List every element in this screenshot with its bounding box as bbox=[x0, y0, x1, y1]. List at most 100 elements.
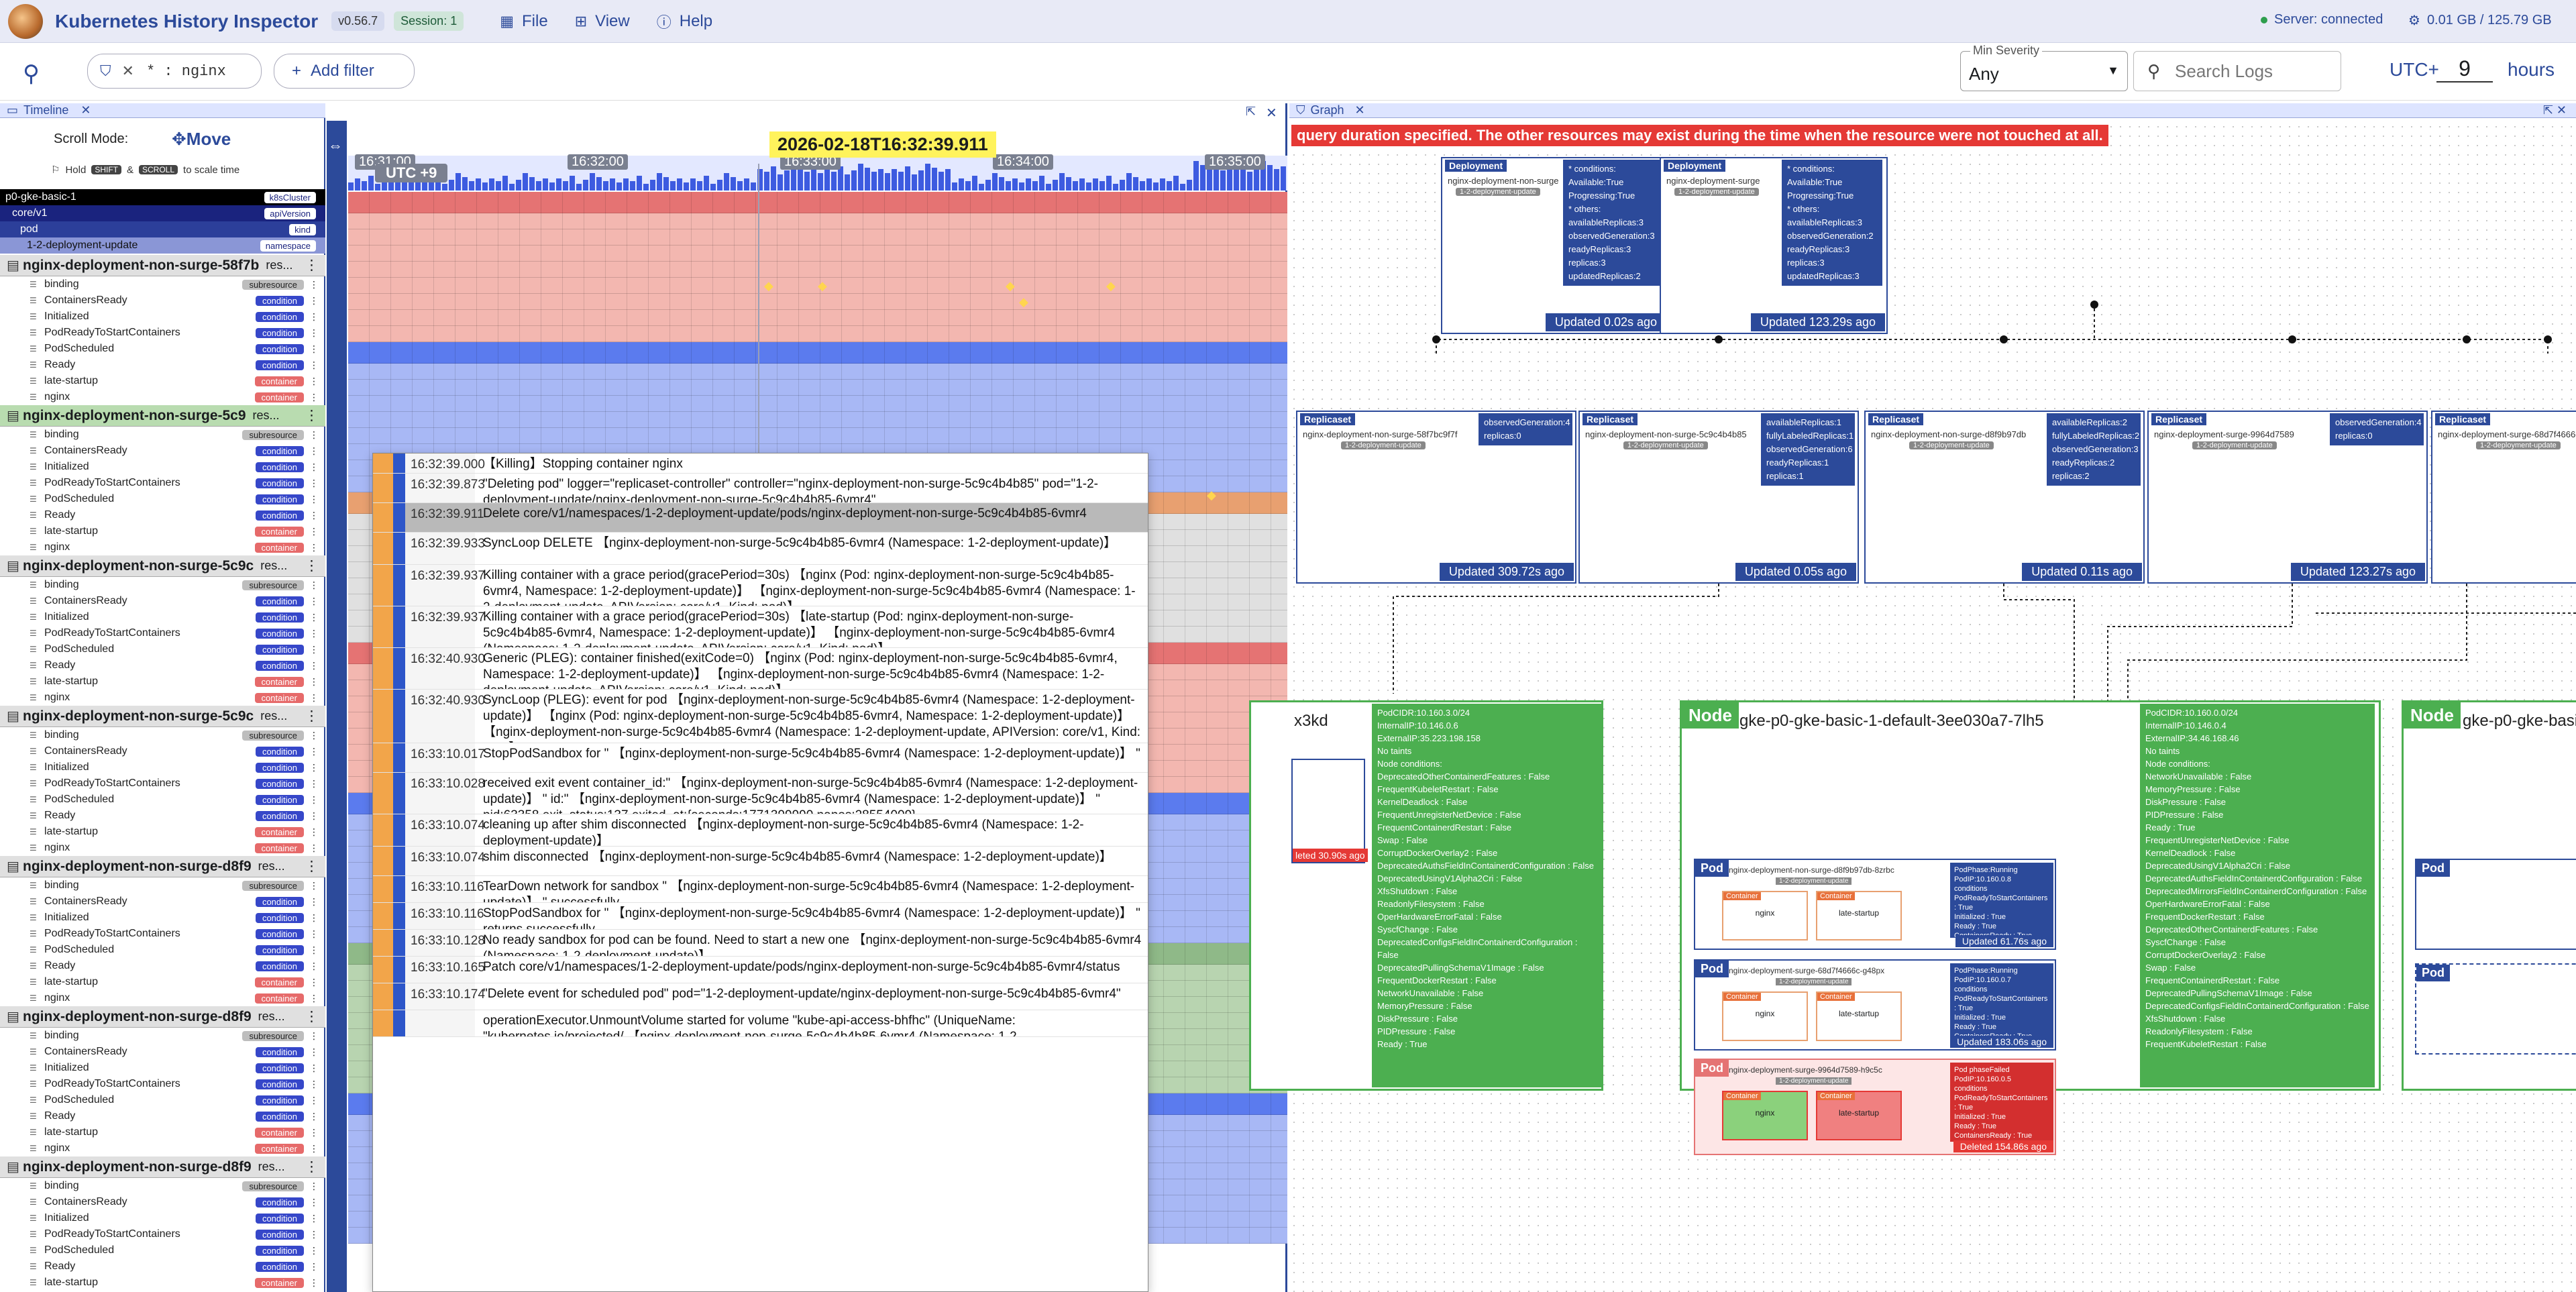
deleted-pod-fragment[interactable]: leted 30.90s ago bbox=[1291, 759, 1368, 863]
more-icon[interactable]: ⋮ bbox=[309, 993, 319, 1004]
close-panel-icon[interactable]: ✕ bbox=[1266, 105, 1277, 121]
log-row[interactable]: operationExecutor.UnmountVolume started … bbox=[373, 1010, 1148, 1037]
search-history-icon[interactable]: ⚲ bbox=[23, 60, 40, 87]
more-icon[interactable]: ⋮ bbox=[309, 778, 319, 790]
more-icon[interactable]: ⋮ bbox=[309, 676, 319, 688]
more-icon[interactable]: ⋮ bbox=[305, 557, 319, 574]
timeline-item-row[interactable]: ☰ PodScheduled condition ⋮ bbox=[0, 491, 325, 507]
log-row[interactable]: 16:33:10.128 No ready sandbox for pod can… bbox=[373, 930, 1148, 957]
log-row[interactable]: 16:32:39.933 SyncLoop DELETE 【nginx-deplo… bbox=[373, 533, 1148, 565]
timeline-band[interactable] bbox=[348, 428, 1287, 444]
timeline-band[interactable] bbox=[348, 192, 1287, 213]
node-card[interactable]: x3kd PodCIDR:10.160.3.0/24 InternalIP:10.1… bbox=[1249, 700, 1603, 1091]
timeline-item-row[interactable]: ☰ Initialized condition ⋮ bbox=[0, 309, 325, 325]
timeline-item-row[interactable]: ☰ Ready condition ⋮ bbox=[0, 507, 325, 523]
timeline-item-row[interactable]: ☰ Ready condition ⋮ bbox=[0, 1258, 325, 1275]
more-icon[interactable]: ⋮ bbox=[309, 1245, 319, 1256]
timeline-item-row[interactable]: ☰ late-startup container ⋮ bbox=[0, 373, 325, 389]
timeline-band[interactable] bbox=[348, 229, 1287, 246]
log-row[interactable]: 16:33:10.174 "Delete event for scheduled … bbox=[373, 983, 1148, 1010]
more-icon[interactable]: ⋮ bbox=[309, 660, 319, 671]
timezone-offset-input[interactable]: 9 bbox=[2436, 56, 2493, 83]
more-icon[interactable]: ⋮ bbox=[309, 896, 319, 908]
more-icon[interactable]: ⋮ bbox=[309, 1143, 319, 1154]
event-marker-icon[interactable]: ◆ bbox=[1006, 279, 1015, 293]
event-marker-icon[interactable]: ◆ bbox=[1207, 488, 1216, 502]
container-card[interactable]: Container late-startup bbox=[1816, 891, 1902, 940]
graph-panel[interactable]: ⛉ Graph ✕ ⇱ ✕ Deployment nginx-deployment-no… bbox=[1249, 103, 2576, 1292]
timeline-item-row[interactable]: ☰ Ready condition ⋮ bbox=[0, 1108, 325, 1124]
more-icon[interactable]: ⋮ bbox=[309, 945, 319, 956]
close-tab-icon[interactable]: ✕ bbox=[80, 103, 91, 117]
more-icon[interactable]: ⋮ bbox=[305, 858, 319, 875]
timeline-item-row[interactable]: ☰ late-startup container ⋮ bbox=[0, 974, 325, 990]
tab-timeline[interactable]: ▭ Timeline ✕ bbox=[0, 103, 325, 118]
timeline-band[interactable] bbox=[348, 310, 1287, 326]
timeline-item-row[interactable]: ☰ binding subresource ⋮ bbox=[0, 577, 325, 593]
container-card[interactable]: Container nginx bbox=[1722, 991, 1808, 1041]
replicaset-card[interactable]: Replicaset nginx-deployment-non-surge-d8f… bbox=[1864, 411, 2145, 584]
more-icon[interactable]: ⋮ bbox=[309, 1095, 319, 1106]
timeline-item-row[interactable]: ☰ ContainersReady condition ⋮ bbox=[0, 743, 325, 759]
more-icon[interactable]: ⋮ bbox=[309, 596, 319, 607]
filter-chip[interactable]: ⛉ ✕ * : nginx bbox=[87, 54, 262, 89]
timeline-item-row[interactable]: ☰ Initialized condition ⋮ bbox=[0, 910, 325, 926]
more-icon[interactable]: ⋮ bbox=[309, 327, 319, 339]
more-icon[interactable]: ⋮ bbox=[309, 810, 319, 822]
replicaset-card[interactable]: Replicaset nginx-deployment-surge-9964d75… bbox=[2147, 411, 2428, 584]
remove-filter-icon[interactable]: ✕ bbox=[122, 62, 134, 80]
container-card[interactable]: Container nginx bbox=[1722, 1091, 1808, 1140]
timeline-item-row[interactable]: ☰ Ready condition ⋮ bbox=[0, 357, 325, 373]
more-icon[interactable]: ⋮ bbox=[309, 746, 319, 757]
event-marker-icon[interactable]: ◆ bbox=[818, 279, 827, 293]
timeline-item-row[interactable]: ☰ ContainersReady condition ⋮ bbox=[0, 593, 325, 609]
timeline-item-row[interactable]: ☰ PodScheduled condition ⋮ bbox=[0, 641, 325, 657]
timeline-item-row[interactable]: ☰ PodReadyToStartContainers condition ⋮ bbox=[0, 1076, 325, 1092]
more-icon[interactable]: ⋮ bbox=[309, 494, 319, 505]
more-icon[interactable]: ⋮ bbox=[309, 1181, 319, 1192]
more-icon[interactable]: ⋮ bbox=[309, 1046, 319, 1058]
timeline-band[interactable] bbox=[348, 364, 1287, 380]
more-icon[interactable]: ⋮ bbox=[309, 612, 319, 623]
more-icon[interactable]: ⋮ bbox=[305, 1159, 319, 1175]
add-filter-button[interactable]: + Add filter bbox=[274, 54, 415, 89]
more-icon[interactable]: ⋮ bbox=[309, 392, 319, 403]
log-row[interactable]: 16:32:40.930 SyncLoop (PLEG): event for p… bbox=[373, 690, 1148, 743]
more-icon[interactable]: ⋮ bbox=[309, 843, 319, 854]
resource-group-header[interactable]: ▤ nginx-deployment-non-surge-5c9 res... ⋮ bbox=[0, 405, 325, 427]
more-icon[interactable]: ⋮ bbox=[309, 311, 319, 323]
event-marker-icon[interactable]: ◆ bbox=[764, 279, 773, 293]
timeline-item-row[interactable]: ☰ late-startup container ⋮ bbox=[0, 523, 325, 539]
resource-group-header[interactable]: ▤ nginx-deployment-non-surge-d8f9 res... ⋮ bbox=[0, 1156, 325, 1178]
more-icon[interactable]: ⋮ bbox=[309, 429, 319, 441]
timeline-item-row[interactable]: ☰ Initialized condition ⋮ bbox=[0, 459, 325, 475]
more-icon[interactable]: ⋮ bbox=[309, 376, 319, 387]
timeline-item-row[interactable]: ☰ Ready condition ⋮ bbox=[0, 808, 325, 824]
timeline-item-row[interactable]: ☰ PodScheduled condition ⋮ bbox=[0, 1092, 325, 1108]
timeline-item-row[interactable]: ☰ ContainersReady condition ⋮ bbox=[0, 1194, 325, 1210]
scroll-mode-toggle[interactable]: ✥Move bbox=[172, 129, 231, 150]
help-menu-button[interactable]: ⓘ Help bbox=[657, 11, 712, 32]
timeline-band[interactable] bbox=[348, 326, 1287, 342]
timeline-item-row[interactable]: ☰ PodReadyToStartContainers condition ⋮ bbox=[0, 475, 325, 491]
container-card[interactable]: Container nginx bbox=[1722, 891, 1808, 940]
timeline-item-row[interactable]: ☰ Initialized condition ⋮ bbox=[0, 759, 325, 775]
more-icon[interactable]: ⋮ bbox=[309, 478, 319, 489]
log-row[interactable]: 16:32:39.000 【Killing】Stopping container … bbox=[373, 453, 1148, 474]
timeline-band[interactable] bbox=[348, 396, 1287, 412]
search-logs-input[interactable]: ⚲ Search Logs bbox=[2133, 51, 2341, 91]
more-icon[interactable]: ⋮ bbox=[309, 1229, 319, 1240]
log-detail-popup[interactable]: 16:32:39.000 【Killing】Stopping container … bbox=[372, 453, 1148, 1292]
more-icon[interactable]: ⋮ bbox=[309, 279, 319, 290]
more-icon[interactable]: ⋮ bbox=[309, 445, 319, 457]
log-row[interactable]: 16:33:10.028 received exit event containe… bbox=[373, 773, 1148, 814]
more-icon[interactable]: ⋮ bbox=[309, 1111, 319, 1122]
more-icon[interactable]: ⋮ bbox=[309, 730, 319, 741]
timeline-item-row[interactable]: ☰ late-startup container ⋮ bbox=[0, 674, 325, 690]
more-icon[interactable]: ⋮ bbox=[309, 762, 319, 773]
more-icon[interactable]: ⋮ bbox=[309, 794, 319, 806]
more-icon[interactable]: ⋮ bbox=[309, 526, 319, 537]
timeline-item-row[interactable]: ☰ Initialized condition ⋮ bbox=[0, 1060, 325, 1076]
log-row[interactable]: 16:33:10.017 StopPodSandbox for " 【nginx-… bbox=[373, 743, 1148, 773]
timeline-item-row[interactable]: ☰ PodReadyToStartContainers condition ⋮ bbox=[0, 1226, 325, 1242]
